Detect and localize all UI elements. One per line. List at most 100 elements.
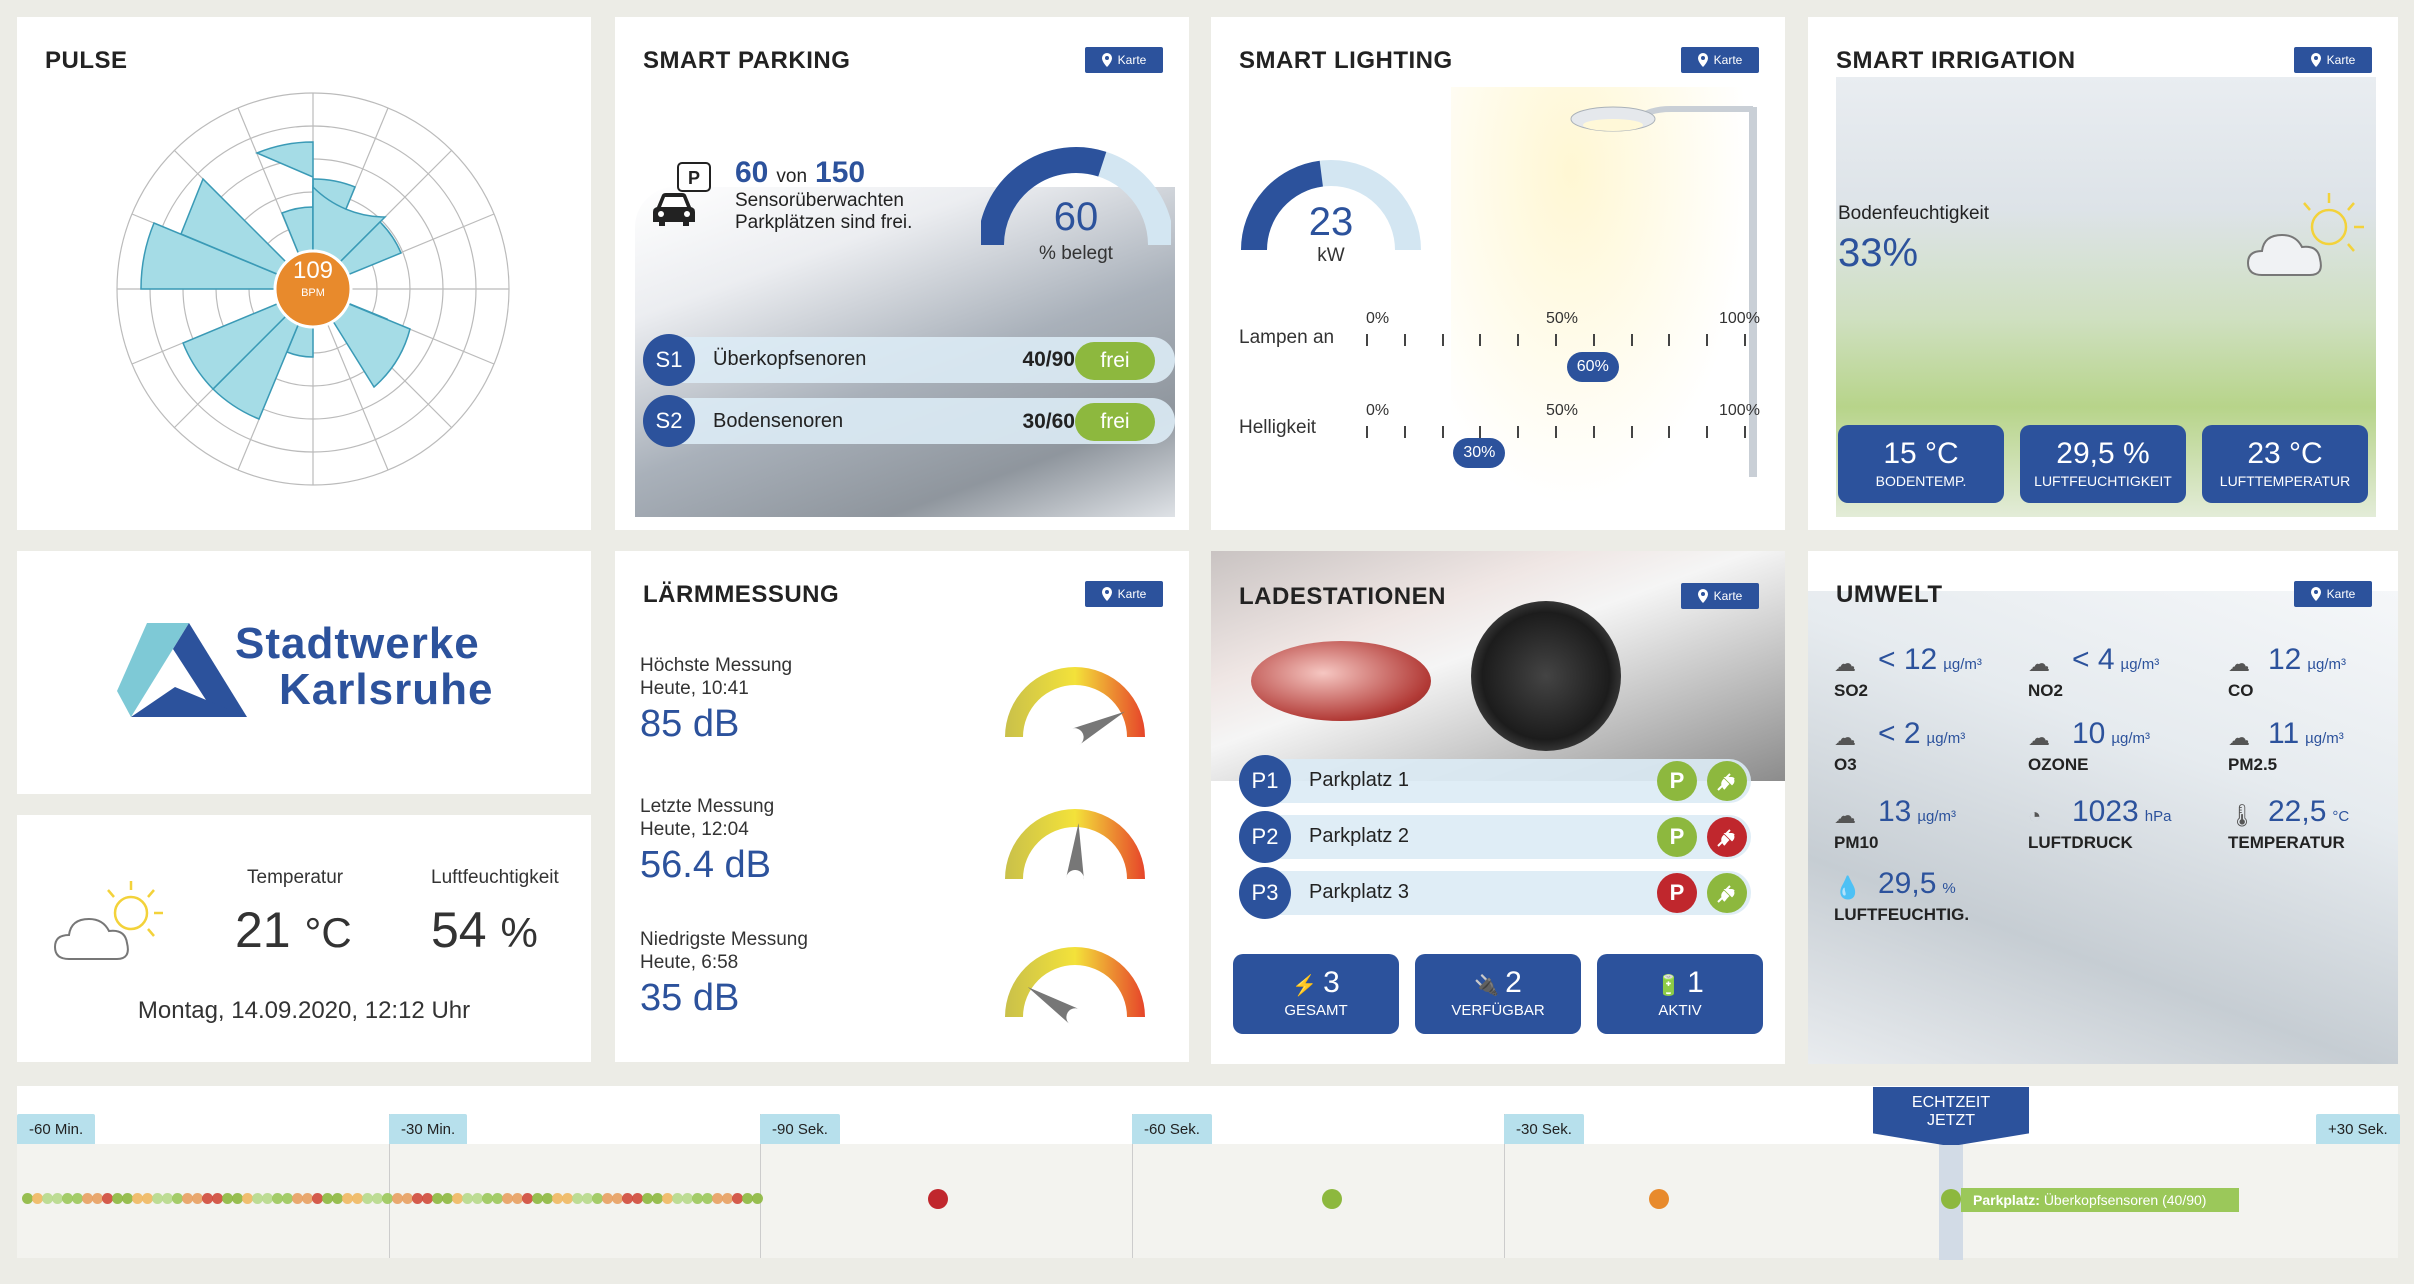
- umwelt-value: 29,5: [1878, 867, 1937, 900]
- irrigation-label: Bodenfeuchtigkeit: [1838, 203, 1990, 224]
- umwelt-name: LUFTFEUCHTIG.: [1834, 905, 1970, 924]
- lighting-kw-unit: kW: [1317, 245, 1345, 266]
- timeline-label-60min: -60 Min.: [17, 1114, 96, 1144]
- umwelt-unit: µg/m³: [2305, 730, 2344, 747]
- umwelt-value: 12: [2268, 643, 2302, 676]
- charging-karte-button[interactable]: Karte: [1681, 583, 1759, 609]
- logo-card: Stadtwerke Karlsruhe: [17, 551, 591, 794]
- svg-text:P: P: [688, 168, 700, 188]
- irrigation-stat-luftfeuchtigkeit: 29,5 % LUFTFEUCHTIGKEIT: [2020, 425, 2186, 503]
- noise-card: LÄRMMESSUNG Karte Höchste Messung Heute,…: [615, 551, 1189, 1062]
- irrigation-card: SMART IRRIGATION Karte Bodenfeuchtigkeit…: [1808, 17, 2398, 530]
- charging-plug-image: [1471, 601, 1621, 751]
- slider-tick: [1366, 334, 1368, 346]
- cloud-icon: ☁: [2028, 651, 2050, 676]
- aktiv-label: AKTIV: [1658, 1002, 1702, 1019]
- hell-scale-100: 100%: [1719, 402, 1760, 419]
- plug-available-icon: [1707, 873, 1747, 913]
- parking-s2-badge: S2: [643, 395, 695, 447]
- lighting-title: SMART LIGHTING: [1239, 47, 1453, 74]
- slider-tick: [1630, 334, 1633, 346]
- slider-tick: [1366, 426, 1368, 438]
- cloud-icon: ☁: [2228, 725, 2250, 750]
- timeline-event-dot[interactable]: [1941, 1189, 1961, 1209]
- cloud-icon: ☁: [2228, 651, 2250, 676]
- pulse-unit: BPM: [301, 287, 325, 299]
- slider-tick: [1744, 334, 1746, 346]
- karte-label: Karte: [1713, 589, 1743, 603]
- map-pin-icon: [2310, 53, 2321, 67]
- pulse-title: PULSE: [45, 47, 128, 74]
- parking-title: SMART PARKING: [643, 47, 851, 74]
- gauge-icon: ◔: [2028, 803, 2042, 828]
- umwelt-value: 13: [1878, 795, 1912, 828]
- timeline-event-dot[interactable]: [752, 1193, 763, 1204]
- umwelt-card: UMWELT Karte ☁ < 12 µg/m³ SO2 ☁ < 4 µg/m³ NO2 ☁ 1…: [1808, 551, 2398, 1064]
- luftfeuchtigkeit-label: Luftfeuchtigkeit: [431, 867, 559, 888]
- charging-p3-label: Parkplatz 3: [1309, 881, 1410, 903]
- lampen-scale-0: 0%: [1366, 310, 1390, 327]
- charging-stat-aktiv: 🔋 1 AKTIV: [1597, 954, 1763, 1034]
- slider-tick: [1744, 426, 1746, 438]
- slider-tick: [1517, 426, 1520, 438]
- charging-p3-badge: P3: [1239, 867, 1291, 919]
- irrigation-title: SMART IRRIGATION: [1836, 47, 2076, 74]
- umwelt-value: 10: [2072, 717, 2106, 750]
- logo-line2: Karlsruhe: [279, 665, 494, 714]
- umwelt-item-pm10: ☁ 13 µg/m³ PM10: [1834, 795, 2024, 865]
- map-pin-icon: [1697, 53, 1708, 67]
- pulse-card: PULSE 109 BPM: [17, 17, 591, 530]
- umwelt-value: < 12: [1878, 643, 1938, 676]
- karte-label: Karte: [1117, 53, 1147, 67]
- slider-tick: [1592, 426, 1595, 438]
- temperatur-label: Temperatur: [247, 867, 344, 888]
- temperatur-unit: °C: [304, 909, 352, 956]
- charging-station-icon: ⚡: [1292, 975, 1318, 997]
- slider-tick: [1403, 334, 1406, 346]
- charging-stat-verfuegbar: 🔌 2 VERFÜGBAR: [1415, 954, 1581, 1034]
- droplets-icon: 💧: [1834, 875, 1862, 900]
- parking-gauge-value: 60: [1053, 195, 1099, 239]
- charging-p2-badge: P2: [1239, 811, 1291, 863]
- umwelt-name: PM10: [1834, 833, 1879, 852]
- umwelt-title: UMWELT: [1836, 581, 1943, 608]
- car-taillight-image: [1251, 641, 1431, 721]
- temperatur-value: 21: [235, 902, 291, 958]
- timeline-event-dot[interactable]: [1649, 1189, 1669, 1209]
- timeline-label-30min: -30 Min.: [389, 1114, 468, 1144]
- bodentemp-label: BODENTEMP.: [1875, 473, 1967, 489]
- noise-gauge-arc: [1005, 947, 1145, 1017]
- timeline-event-dot[interactable]: [928, 1189, 948, 1209]
- logo-line1: Stadtwerke: [235, 619, 480, 668]
- helligkeit-slider-value[interactable]: 30%: [1453, 438, 1506, 468]
- umwelt-karte-button[interactable]: Karte: [2294, 581, 2372, 607]
- parking-available-icon: P: [1657, 817, 1697, 857]
- parking-card: SMART PARKING Karte P 60 von 150 Sensorübe…: [615, 17, 1189, 530]
- lighting-karte-button[interactable]: Karte: [1681, 47, 1759, 73]
- charging-p1-label: Parkplatz 1: [1309, 769, 1410, 791]
- charging-title: LADESTATIONEN: [1239, 583, 1446, 610]
- slider-tick: [1555, 334, 1557, 346]
- parking-free-count: 60: [735, 156, 769, 189]
- irrigation-karte-button[interactable]: Karte: [2294, 47, 2372, 73]
- parking-s1-badge: S1: [643, 334, 695, 386]
- lighting-card: SMART LIGHTING Karte 23 kW Lampen an 0% …: [1211, 17, 1785, 530]
- umwelt-name: PM2.5: [2228, 755, 2278, 774]
- parking-karte-button[interactable]: Karte: [1085, 47, 1163, 73]
- timeline-event-dot[interactable]: [1322, 1189, 1342, 1209]
- umwelt-item-luftfeuchtig: 💧 29,5% LUFTFEUCHTIG.: [1834, 867, 2024, 937]
- lampen-slider-value[interactable]: 60%: [1566, 352, 1619, 382]
- verfuegbar-label: VERFÜGBAR: [1451, 1002, 1545, 1019]
- timeline-event-tooltip[interactable]: Parkplatz: Überkopfsensoren (40/90): [1961, 1188, 2239, 1212]
- umwelt-value: < 2: [1878, 717, 1921, 750]
- helligkeit-slider-track: [1366, 426, 1746, 440]
- charging-stat-gesamt: ⚡ 3 GESAMT: [1233, 954, 1399, 1034]
- lufttemperatur-value: 23 °C: [2247, 437, 2323, 470]
- umwelt-value: 11: [2268, 717, 2300, 750]
- pulse-value: 109: [292, 257, 334, 284]
- umwelt-item-temperatur: 🌡 22,5 °C TEMPERATUR: [2228, 795, 2398, 865]
- bodentemp-value: 15 °C: [1883, 437, 1959, 470]
- luftfeuchtigkeit-value: 54: [431, 902, 487, 958]
- map-pin-icon: [1697, 589, 1708, 603]
- umwelt-unit: %: [1942, 880, 1956, 897]
